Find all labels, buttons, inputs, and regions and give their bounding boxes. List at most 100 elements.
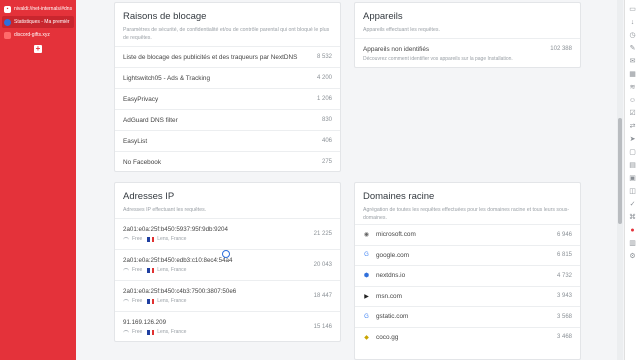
tab-discord-gifts[interactable]: discord-gifts.xyz bbox=[2, 29, 74, 41]
reader-icon[interactable]: ▤ bbox=[629, 161, 637, 169]
domain-count: 6 815 bbox=[556, 252, 572, 259]
tab-statistiques[interactable]: Statistiques - Ma premièr bbox=[2, 16, 74, 28]
domain-row[interactable]: Ggoogle.com 6 815 bbox=[355, 244, 580, 266]
device-count: 102 388 bbox=[550, 45, 572, 52]
new-tab-button[interactable]: + bbox=[34, 45, 42, 53]
history-icon[interactable]: ◷ bbox=[629, 31, 637, 39]
domain-count: 3 943 bbox=[556, 293, 572, 300]
device-name: Appareils non identifiés bbox=[363, 45, 430, 53]
root-domains-card: Domaines racine Agrégation de toutes les… bbox=[354, 182, 581, 360]
page-scrollbar[interactable] bbox=[617, 0, 623, 360]
feed-icon[interactable]: ≋ bbox=[629, 83, 637, 91]
domain-info: ▶ msn.com bbox=[363, 293, 402, 300]
domain-info: Ggstatic.com bbox=[363, 313, 408, 320]
domain-name: msn.com bbox=[376, 292, 402, 300]
wifi-icon bbox=[123, 299, 129, 303]
france-flag-icon bbox=[147, 236, 155, 242]
ip-meta: Free Lens, France bbox=[123, 267, 232, 273]
tab-net-internals[interactable]: ▪ nivaldi://net-internals/#dns bbox=[2, 3, 74, 15]
card-subtitle: Paramètres de sécurité, de confidentiali… bbox=[123, 27, 330, 41]
blocklist-name: EasyList bbox=[123, 137, 148, 145]
notes-icon[interactable]: ✎ bbox=[629, 44, 637, 52]
blocklist-name: No Facebook bbox=[123, 158, 162, 166]
blocklist-row[interactable]: EasyList 406 bbox=[115, 130, 340, 151]
ip-address: 2a01:e0a:25f:b450:c4b3:7500:3807:50e6 bbox=[123, 288, 237, 295]
tab-label: nivaldi://net-internals/#dns bbox=[14, 6, 73, 12]
checklist-icon[interactable]: ✓ bbox=[629, 200, 637, 208]
ip-count: 15 146 bbox=[313, 324, 332, 330]
device-row[interactable]: Appareils non identifiés 102 388 Découvr… bbox=[355, 38, 580, 68]
domain-name: microsoft.com bbox=[376, 231, 416, 239]
isp-name: Free bbox=[132, 329, 143, 335]
device-hint: Découvrez comment identifier vos apparei… bbox=[363, 55, 513, 62]
panel-icon[interactable]: ▥ bbox=[629, 239, 637, 247]
ip-row[interactable]: 2a01:e0a:25f:b450:c4b3:7500:3807:50e6 Fre… bbox=[115, 280, 340, 311]
ip-row[interactable]: 2a01:e0a:25f:b450:5937:95f:9db:9204 Free L… bbox=[115, 218, 340, 249]
blocklist-row[interactable]: AdGuard DNS filter 830 bbox=[115, 109, 340, 130]
square-tab-icon: ▪ bbox=[4, 5, 11, 13]
translate-icon[interactable]: ⇄ bbox=[629, 122, 637, 130]
ip-meta: Free Lens, France bbox=[123, 329, 186, 335]
domain-row[interactable]: ◉ microsoft.com 6 946 bbox=[355, 224, 580, 245]
ip-address: 91.169.126.209 bbox=[123, 319, 167, 326]
settings-icon[interactable]: ⚙ bbox=[629, 252, 637, 260]
blocklist-name: EasyPrivacy bbox=[123, 95, 159, 103]
send-icon[interactable]: ➤ bbox=[629, 135, 637, 143]
blocklist-row[interactable]: No Facebook 275 bbox=[115, 151, 340, 172]
loading-cursor-icon bbox=[222, 250, 230, 258]
blocklist-count: 406 bbox=[321, 138, 332, 144]
calendar-icon[interactable]: ▦ bbox=[629, 70, 637, 78]
ip-info: 91.169.126.209 Free Lens, France bbox=[123, 319, 186, 335]
tab-sidebar: ▪ nivaldi://net-internals/#dns Statistiq… bbox=[0, 0, 76, 360]
blocklist-count: 8 532 bbox=[316, 54, 332, 60]
france-flag-icon bbox=[147, 329, 155, 335]
code-icon[interactable]: ⌘ bbox=[629, 213, 637, 221]
domain-row[interactable]: ⬢ nextdns.io 4 732 bbox=[355, 265, 580, 286]
capture-icon[interactable]: ◫ bbox=[629, 187, 637, 195]
blocklist-row[interactable]: Liste de blocage des publicités et des t… bbox=[115, 46, 340, 67]
image-icon[interactable]: ▣ bbox=[629, 174, 637, 182]
google-icon: G bbox=[364, 252, 369, 259]
blocklist-row[interactable]: Lightswitch05 - Ads & Tracking 4 200 bbox=[115, 67, 340, 88]
microsoft-icon: ◉ bbox=[363, 232, 370, 239]
blocklist-count: 4 200 bbox=[316, 75, 332, 81]
card-title: Adresses IP bbox=[123, 191, 175, 202]
ip-address: 2a01:e0a:25f:b450:5937:95f:9db:9204 bbox=[123, 226, 228, 233]
ip-location: Lens, France bbox=[157, 236, 187, 242]
domain-name: google.com bbox=[376, 251, 410, 259]
blocklist-name: AdGuard DNS filter bbox=[123, 116, 178, 124]
scrollbar-thumb[interactable] bbox=[618, 118, 622, 224]
tab-label: Statistiques - Ma premièr bbox=[14, 19, 70, 25]
domain-name: coco.gg bbox=[376, 333, 399, 341]
window-icon[interactable]: ▢ bbox=[629, 148, 637, 156]
download-icon[interactable]: ↓ bbox=[629, 18, 637, 26]
france-flag-icon bbox=[147, 267, 155, 273]
domain-count: 4 732 bbox=[556, 272, 572, 279]
devices-card: Appareils Appareils effectuant les requê… bbox=[354, 2, 581, 68]
ip-location: Lens, France bbox=[157, 298, 187, 304]
contacts-icon[interactable]: ☺ bbox=[629, 96, 637, 104]
domain-name: gstatic.com bbox=[376, 313, 409, 321]
card-subtitle: Agrégation de toutes les requêtes effect… bbox=[363, 207, 570, 221]
domain-name: nextdns.io bbox=[376, 272, 406, 280]
tasks-icon[interactable]: ☑ bbox=[629, 109, 637, 117]
isp-name: Free bbox=[132, 236, 143, 242]
ip-addresses-card: Adresses IP Adresses IP effectuant les r… bbox=[114, 182, 341, 342]
domain-row[interactable]: ◆ coco.gg 3 468 bbox=[355, 326, 580, 348]
blocklist-row[interactable]: EasyPrivacy 1 206 bbox=[115, 88, 340, 109]
ip-count: 20 043 bbox=[313, 262, 332, 268]
mail-icon[interactable]: ✉ bbox=[629, 57, 637, 65]
ip-count: 18 447 bbox=[313, 293, 332, 299]
ip-row[interactable]: 91.169.126.209 Free Lens, France 15 146 bbox=[115, 311, 340, 342]
card-title: Appareils bbox=[363, 11, 403, 22]
blocking-reasons-card: Raisons de blocage Paramètres de sécurit… bbox=[114, 2, 341, 172]
domain-info: ◉ microsoft.com bbox=[363, 231, 416, 238]
wifi-icon bbox=[123, 268, 129, 272]
vivaldi-icon[interactable]: ● bbox=[629, 226, 637, 234]
domain-info: Ggoogle.com bbox=[363, 252, 409, 259]
domain-row[interactable]: Ggstatic.com 3 568 bbox=[355, 306, 580, 327]
domain-row[interactable]: ▶ msn.com 3 943 bbox=[355, 285, 580, 307]
card-subtitle: Adresses IP effectuant les requêtes. bbox=[123, 207, 207, 213]
bookmark-icon[interactable]: ▭ bbox=[629, 5, 637, 13]
france-flag-icon bbox=[147, 298, 155, 304]
